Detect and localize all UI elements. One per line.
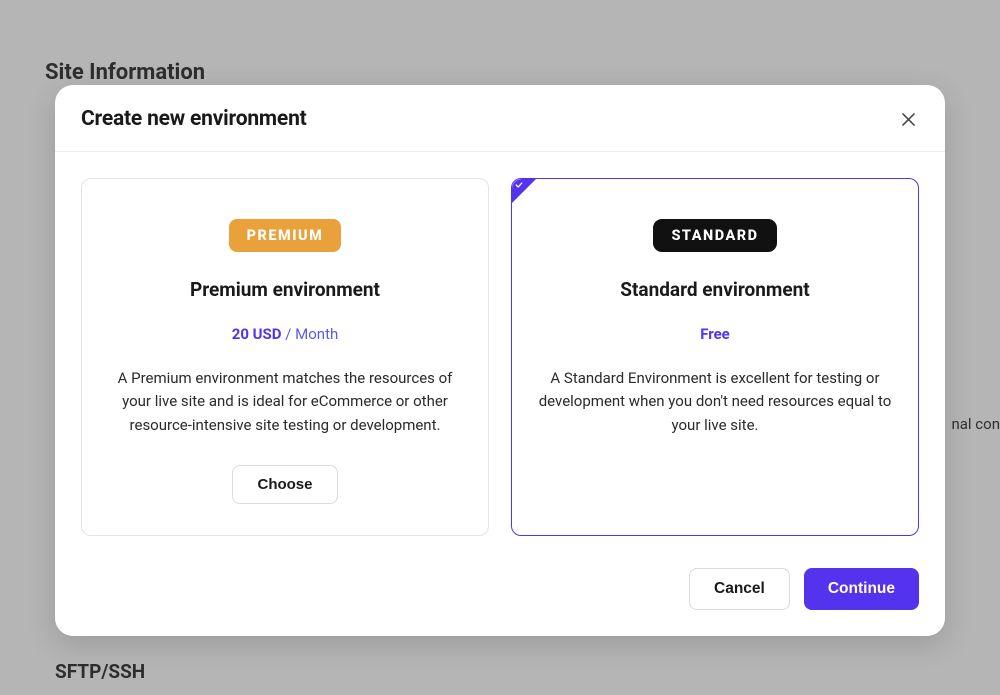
plan-card-premium[interactable]: PREMIUM Premium environment 20 USD / Mon…: [81, 178, 489, 536]
plan-title-premium: Premium environment: [190, 278, 380, 301]
plan-price-value: 20 USD: [232, 325, 282, 343]
plan-description-standard: A Standard Environment is excellent for …: [536, 367, 894, 437]
plan-description-premium: A Premium environment matches the resour…: [106, 367, 464, 437]
create-environment-modal: Create new environment PREMIUM Premium e…: [55, 85, 945, 636]
modal-title: Create new environment: [81, 107, 307, 131]
cancel-button[interactable]: Cancel: [689, 568, 790, 610]
standard-badge: STANDARD: [653, 219, 776, 252]
close-icon: [902, 113, 915, 126]
check-icon: [515, 181, 523, 189]
plan-price-standard: Free: [700, 325, 730, 343]
plan-price-value: Free: [700, 325, 730, 343]
modal-overlay: Create new environment PREMIUM Premium e…: [0, 0, 1000, 695]
modal-footer: Cancel Continue: [55, 546, 945, 636]
plan-price-suffix: / Month: [282, 325, 339, 343]
plan-card-standard[interactable]: STANDARD Standard environment Free A Sta…: [511, 178, 919, 536]
continue-button[interactable]: Continue: [804, 568, 919, 610]
modal-body: PREMIUM Premium environment 20 USD / Mon…: [55, 152, 945, 546]
modal-header: Create new environment: [55, 85, 945, 152]
choose-premium-button[interactable]: Choose: [232, 465, 337, 504]
close-button[interactable]: [897, 108, 919, 130]
plan-title-standard: Standard environment: [620, 278, 809, 301]
premium-badge: PREMIUM: [229, 219, 342, 252]
plan-price-premium: 20 USD / Month: [232, 325, 339, 343]
